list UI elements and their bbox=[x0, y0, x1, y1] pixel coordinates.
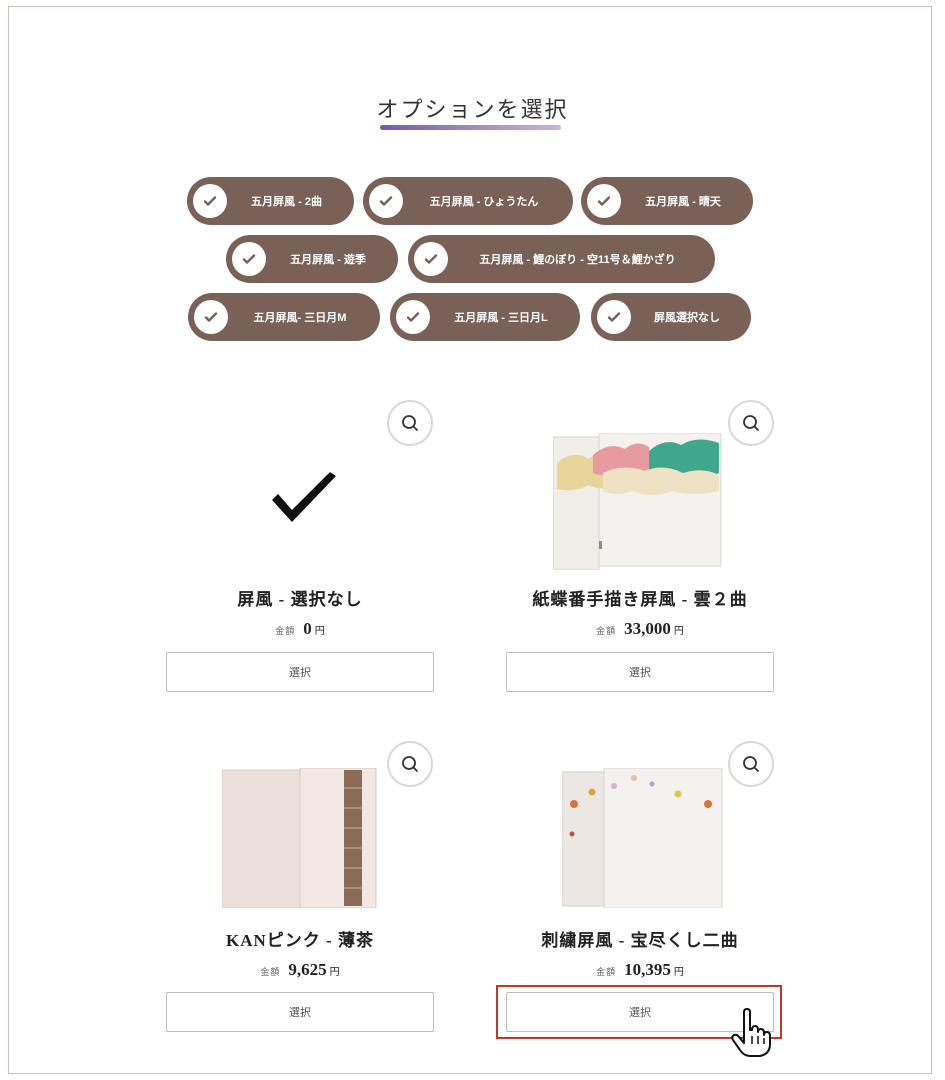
price-unit: 円 bbox=[673, 967, 684, 978]
chip-label: 五月屏風- 三日月M bbox=[253, 312, 347, 324]
product-price: 金額 9,625 円 bbox=[150, 960, 450, 980]
price-value: 10,395 bbox=[624, 960, 671, 979]
product-image-checkmark bbox=[272, 472, 336, 522]
product-price: 金額 10,395 円 bbox=[490, 960, 790, 980]
check-icon bbox=[597, 300, 631, 334]
chip-option-3[interactable]: 五月屏風 - 晴天 bbox=[581, 177, 753, 225]
chip-label: 五月屏風 - 晴天 bbox=[645, 196, 721, 208]
check-icon bbox=[396, 300, 430, 334]
price-value: 9,625 bbox=[288, 960, 327, 979]
select-button[interactable]: 選択 bbox=[166, 992, 434, 1032]
zoom-button[interactable] bbox=[387, 400, 433, 446]
check-icon bbox=[193, 184, 227, 218]
chip-label: 五月屏風 - ひょうたん bbox=[429, 196, 539, 208]
chip-option-2[interactable]: 五月屏風 - ひょうたん bbox=[363, 177, 573, 225]
select-button[interactable]: 選択 bbox=[166, 652, 434, 692]
chip-label: 五月屏風 - 鯉のぼり - 空11号＆鯉かざり bbox=[479, 254, 676, 266]
chip-option-8[interactable]: 屏風選択なし bbox=[591, 293, 751, 341]
price-label: 金額 bbox=[596, 967, 617, 977]
chip-label: 屏風選択なし bbox=[654, 312, 720, 324]
price-unit: 円 bbox=[329, 967, 340, 978]
zoom-button[interactable] bbox=[728, 741, 774, 787]
product-name: 紙蝶番手描き屏風 - 雲２曲 bbox=[532, 590, 748, 609]
title-underline bbox=[380, 125, 561, 130]
check-icon bbox=[414, 242, 448, 276]
check-icon bbox=[194, 300, 228, 334]
chip-label: 五月屏風 - 2曲 bbox=[251, 196, 322, 208]
chip-option-1[interactable]: 五月屏風 - 2曲 bbox=[187, 177, 354, 225]
select-button[interactable]: 選択 bbox=[506, 652, 774, 692]
magnifier-icon bbox=[402, 415, 418, 431]
product-name: 刺繍屏風 - 宝尽くし二曲 bbox=[541, 931, 739, 950]
price-label: 金額 bbox=[275, 626, 296, 636]
product-image-pink-screen bbox=[222, 768, 377, 908]
price-label: 金額 bbox=[260, 967, 281, 977]
magnifier-icon bbox=[402, 756, 418, 772]
price-value: 0 bbox=[303, 619, 312, 638]
price-value: 33,000 bbox=[624, 619, 671, 638]
page-title: オプションを選択 bbox=[376, 97, 569, 122]
product-name: KANピンク - 薄茶 bbox=[226, 931, 374, 950]
check-icon bbox=[369, 184, 403, 218]
check-icon bbox=[232, 242, 266, 276]
chip-option-5[interactable]: 五月屏風 - 鯉のぼり - 空11号＆鯉かざり bbox=[408, 235, 715, 283]
chip-option-6[interactable]: 五月屏風- 三日月M bbox=[188, 293, 380, 341]
zoom-button[interactable] bbox=[728, 400, 774, 446]
chip-label: 五月屏風 - 遊季 bbox=[290, 254, 366, 266]
chip-option-7[interactable]: 五月屏風 - 三日月L bbox=[390, 293, 580, 341]
product-image-cloud-screen bbox=[553, 433, 722, 570]
price-unit: 円 bbox=[314, 626, 325, 637]
magnifier-icon bbox=[743, 415, 759, 431]
price-unit: 円 bbox=[673, 626, 684, 637]
chip-label: 五月屏風 - 三日月L bbox=[454, 312, 548, 324]
chip-option-4[interactable]: 五月屏風 - 遊季 bbox=[226, 235, 398, 283]
check-icon bbox=[587, 184, 621, 218]
product-price: 金額 0 円 bbox=[150, 619, 450, 639]
product-price: 金額 33,000 円 bbox=[490, 619, 790, 639]
page-frame bbox=[8, 6, 932, 1074]
hand-pointer-icon bbox=[731, 1008, 771, 1057]
zoom-button[interactable] bbox=[387, 741, 433, 787]
magnifier-icon bbox=[743, 756, 759, 772]
product-name: 屏風 - 選択なし bbox=[237, 590, 363, 609]
product-image-embroidered-screen bbox=[562, 768, 723, 908]
price-label: 金額 bbox=[596, 626, 617, 636]
